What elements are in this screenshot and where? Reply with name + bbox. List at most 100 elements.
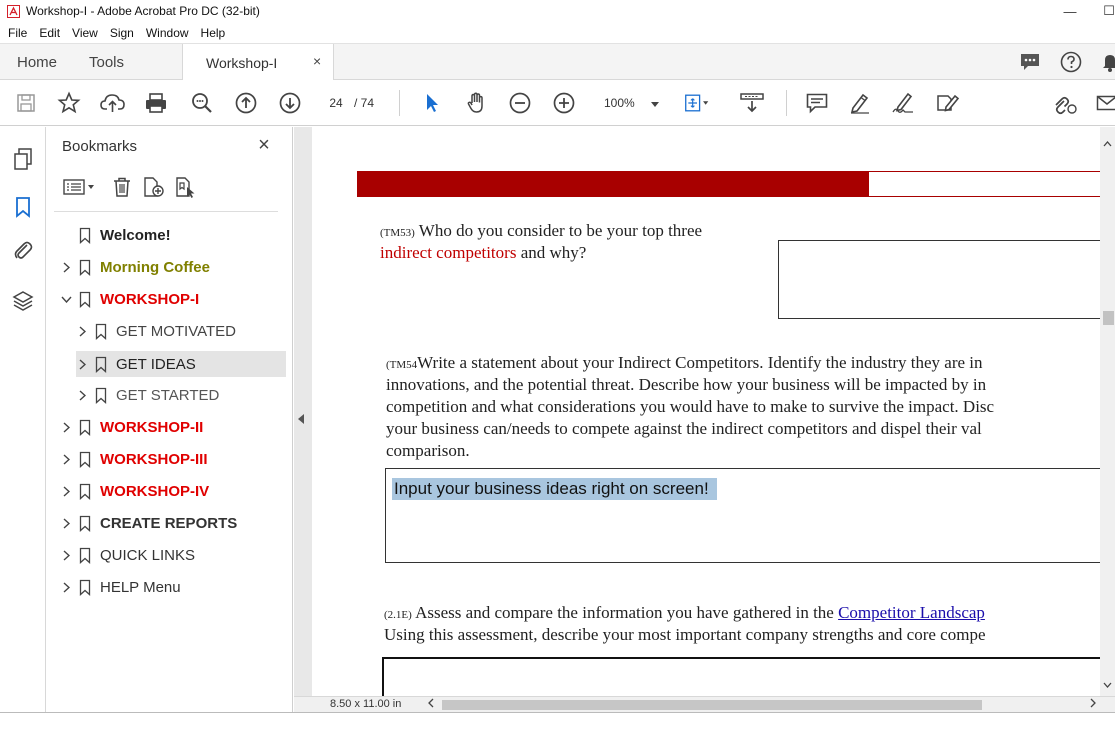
next-page-icon[interactable] <box>277 90 303 116</box>
page-size-label: 8.50 x 11.00 in <box>330 698 402 710</box>
page-total-label: / 74 <box>354 96 375 110</box>
bookmark-morning-coffee[interactable]: Morning Coffee <box>60 254 286 280</box>
answer-field-2-1e[interactable] <box>382 657 1100 696</box>
notification-bell-icon[interactable] <box>1098 50 1115 74</box>
answer-field-tm54[interactable]: Input your business ideas right on scree… <box>385 468 1100 563</box>
bookmark-icon <box>94 322 108 340</box>
help-icon[interactable] <box>1059 50 1083 74</box>
bookmark-label: Welcome! <box>100 226 171 244</box>
previous-page-icon[interactable] <box>233 90 259 116</box>
bookmark-label: GET STARTED <box>116 386 220 404</box>
page-number-input[interactable] <box>320 92 352 114</box>
close-panel-button[interactable]: × <box>254 134 274 156</box>
menu-help[interactable]: Help <box>195 26 232 40</box>
chevron-down-icon[interactable] <box>60 286 72 312</box>
tab-document[interactable]: Workshop-I × <box>182 44 334 81</box>
maximize-button[interactable]: ☐ <box>1094 0 1115 22</box>
bookmark-workshop-ii[interactable]: WORKSHOP-II <box>60 414 286 440</box>
chevron-right-icon[interactable] <box>60 414 72 440</box>
chevron-right-icon[interactable] <box>60 478 72 504</box>
chevron-right-icon[interactable] <box>76 382 88 408</box>
fit-page-icon[interactable] <box>684 90 710 116</box>
menu-view[interactable]: View <box>66 26 104 40</box>
bookmark-label: WORKSHOP-I <box>100 290 200 308</box>
input-hint-text: Input your business ideas right on scree… <box>392 478 717 500</box>
question-text: Who do you consider to be your top three <box>418 221 703 240</box>
zoom-search-icon[interactable] <box>189 90 215 116</box>
share-link-icon[interactable] <box>1052 90 1078 116</box>
chevron-right-icon[interactable] <box>60 574 72 600</box>
window-title: Workshop-I - Adobe Acrobat Pro DC (32-bi… <box>26 4 260 18</box>
scroll-right-icon[interactable] <box>1090 698 1096 711</box>
menu-window[interactable]: Window <box>140 26 195 40</box>
select-cursor-icon[interactable] <box>419 90 445 116</box>
bookmark-options-icon[interactable] <box>60 174 98 200</box>
answer-field-tm53[interactable] <box>778 240 1100 319</box>
menu-edit[interactable]: Edit <box>33 26 66 40</box>
print-icon[interactable] <box>143 90 169 116</box>
bookmark-star-icon[interactable] <box>56 90 82 116</box>
minimize-button[interactable]: — <box>1055 0 1085 22</box>
scroll-up-icon[interactable] <box>1102 138 1113 150</box>
chevron-right-icon[interactable] <box>60 254 72 280</box>
collapse-panel-icon[interactable] <box>296 411 306 427</box>
menu-file[interactable]: File <box>0 26 33 40</box>
page-thumbnails-icon[interactable] <box>11 147 35 171</box>
draw-signature-icon[interactable] <box>890 90 916 116</box>
horizontal-scrollbar-thumb[interactable] <box>442 700 982 710</box>
scrolling-mode-icon[interactable] <box>739 90 765 116</box>
bookmarks-divider <box>54 211 278 212</box>
bookmark-get-motivated[interactable]: GET MOTIVATED <box>76 318 286 344</box>
bookmark-workshop-iv[interactable]: WORKSHOP-IV <box>60 478 286 504</box>
email-icon[interactable] <box>1094 90 1115 116</box>
question-tm54: (TM54Write a statement about your Indire… <box>386 352 983 376</box>
bookmark-create-reports[interactable]: CREATE REPORTS <box>60 510 286 536</box>
bookmark-label: WORKSHOP-II <box>100 418 204 436</box>
competitor-landscape-link[interactable]: Competitor Landscap <box>838 603 985 622</box>
comment-icon[interactable] <box>1018 50 1042 74</box>
chevron-right-icon[interactable] <box>76 351 88 377</box>
add-comment-icon[interactable] <box>804 90 830 116</box>
tab-close-button[interactable]: × <box>313 53 321 69</box>
main-toolbar: / 74 100% <box>0 80 1115 126</box>
delete-bookmark-icon[interactable] <box>110 174 134 200</box>
chevron-right-icon[interactable] <box>60 510 72 536</box>
zoom-in-icon[interactable] <box>551 90 577 116</box>
highlight-pen-icon[interactable] <box>847 90 873 116</box>
bookmark-get-ideas[interactable]: GET IDEAS <box>76 351 286 377</box>
question-text-line: your business can/needs to compete again… <box>386 419 982 438</box>
vertical-scrollbar[interactable] <box>1100 127 1115 696</box>
bookmark-workshop-iii[interactable]: WORKSHOP-III <box>60 446 286 472</box>
fill-sign-icon[interactable] <box>935 90 961 116</box>
scroll-left-icon[interactable] <box>428 698 434 711</box>
chevron-right-icon[interactable] <box>60 542 72 568</box>
bookmark-from-structure-icon[interactable] <box>174 174 198 200</box>
attachments-paperclip-icon[interactable] <box>11 239 35 263</box>
chevron-down-icon <box>650 96 659 110</box>
scrollbar-thumb[interactable] <box>1103 311 1114 325</box>
question-tag: (TM53) <box>380 227 415 239</box>
bookmark-label: WORKSHOP-III <box>100 450 208 468</box>
bookmark-welcome[interactable]: Welcome! <box>60 222 286 248</box>
layers-icon[interactable] <box>11 289 35 313</box>
bookmark-quick-links[interactable]: QUICK LINKS <box>60 542 286 568</box>
chevron-right-icon[interactable] <box>60 446 72 472</box>
upload-cloud-icon[interactable] <box>100 90 126 116</box>
new-bookmark-icon[interactable] <box>142 174 166 200</box>
chevron-right-icon[interactable] <box>76 318 88 344</box>
tab-home[interactable]: Home <box>17 44 57 80</box>
bookmark-help-menu[interactable]: HELP Menu <box>60 574 286 600</box>
bookmark-icon <box>78 482 92 500</box>
document-status-bar: 8.50 x 11.00 in <box>294 696 1115 712</box>
zoom-out-icon[interactable] <box>507 90 533 116</box>
bookmark-get-started[interactable]: GET STARTED <box>76 382 286 408</box>
menu-sign[interactable]: Sign <box>104 26 140 40</box>
bookmark-label: GET IDEAS <box>116 355 196 373</box>
scroll-down-icon[interactable] <box>1102 679 1113 691</box>
bookmark-workshop-i[interactable]: WORKSHOP-I <box>60 286 286 312</box>
bookmarks-panel-icon[interactable] <box>11 195 35 219</box>
hand-tool-icon[interactable] <box>463 90 489 116</box>
save-icon[interactable] <box>13 90 39 116</box>
zoom-level-dropdown[interactable]: 100% <box>596 92 660 114</box>
tab-tools[interactable]: Tools <box>89 44 124 80</box>
